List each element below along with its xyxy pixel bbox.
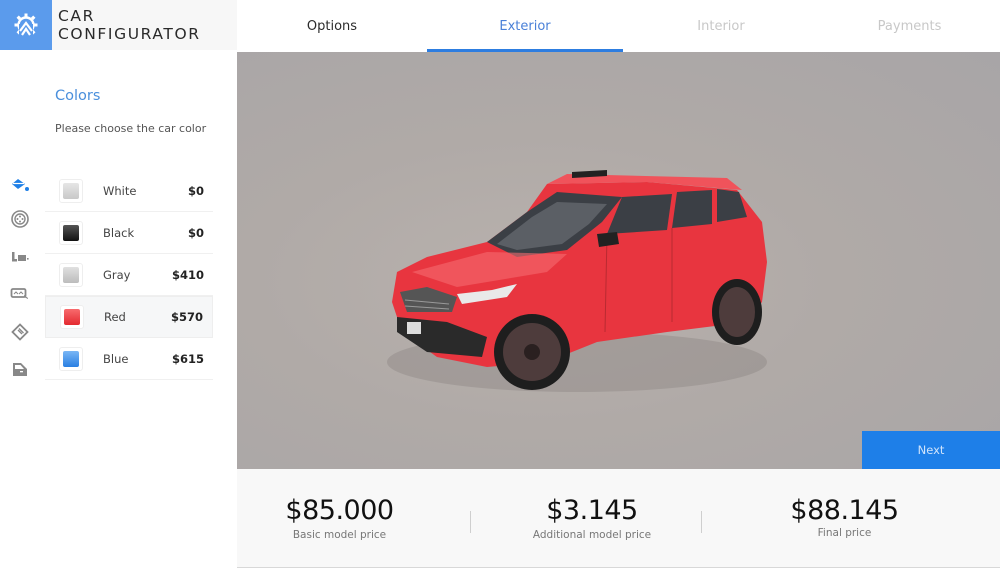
color-name: Black [103,225,135,240]
basic-price-value: $85.000 [285,495,394,526]
color-option-white[interactable]: White $0 [45,170,213,212]
color-name: Gray [103,267,131,282]
price-divider [701,511,702,533]
tab-exterior[interactable]: Exterior [427,0,623,52]
tag-icon[interactable] [9,321,31,343]
price-summary-bar: $85.000 Basic model price $3.145 Additio… [237,469,1000,568]
price-divider [470,511,471,533]
color-swatch-white [63,182,79,199]
section-subtitle: Please choose the car color [55,122,207,135]
car-3d-viewport[interactable] [237,52,1000,469]
color-option-blue[interactable]: Blue $615 [45,338,213,380]
color-price: $0 [187,183,204,198]
color-swatch-red [64,309,80,325]
car-door-icon[interactable] [9,358,31,380]
additional-price-value: $3.145 [546,495,638,526]
section-title: Colors [55,88,101,104]
tab-interior[interactable]: Interior [623,0,819,52]
tab-exterior-label: Exterior [499,18,551,34]
tab-interior-label: Interior [697,18,745,34]
tab-payments-label: Payments [877,18,942,34]
color-option-red[interactable]: Red $570 [45,296,213,338]
logo[interactable] [0,0,52,50]
color-swatch-frame [59,178,83,203]
final-price-value: $88.145 [790,495,899,526]
color-swatch-frame [60,305,84,329]
paint-bucket-icon[interactable] [9,174,31,196]
final-price-block: $88.145 Final price [762,495,927,539]
color-swatch-frame [59,262,83,287]
color-swatch-gray [63,266,79,283]
color-name: Blue [103,351,129,366]
color-swatch-frame [59,346,83,371]
color-option-gray[interactable]: Gray $410 [45,254,213,296]
color-swatch-frame [59,220,83,245]
color-name: White [103,183,137,198]
color-option-black[interactable]: Black $0 [45,212,213,254]
basic-price-label: Basic model price [292,529,387,541]
dashboard-icon[interactable] [9,283,31,305]
sidebar: Colors Please choose the car color White… [0,50,237,568]
brand-area: CAR CONFIGURATOR [52,0,237,50]
tab-options[interactable]: Options [237,0,427,52]
next-button[interactable]: Next [862,431,1000,469]
color-price: $570 [170,310,203,324]
color-swatch-black [63,224,79,241]
car-configurator-app: CAR CONFIGURATOR Options Exterior Interi… [0,0,1000,568]
step-tabs: Options Exterior Interior Payments [237,0,1000,52]
color-price: $410 [171,267,204,282]
next-button-label: Next [917,443,945,457]
wheel-icon[interactable] [9,208,31,230]
car-model-render[interactable] [367,162,787,402]
color-swatch-blue [63,350,79,367]
additional-price-block: $3.145 Additional model price [507,495,677,541]
final-price-label: Final price [817,527,872,539]
color-options-list: White $0 Black $0 Gray $410 Red $570 Blu… [45,170,213,380]
color-price: $615 [171,351,204,366]
color-price: $0 [187,225,204,240]
seat-icon[interactable] [9,246,31,268]
additional-price-label: Additional model price [532,529,652,541]
tab-payments[interactable]: Payments [819,0,1000,52]
app-title: CAR CONFIGURATOR [58,7,201,43]
gear-tree-logo-icon [14,13,38,37]
tab-options-label: Options [306,18,358,34]
basic-price-block: $85.000 Basic model price [257,495,422,541]
color-name: Red [104,310,126,324]
